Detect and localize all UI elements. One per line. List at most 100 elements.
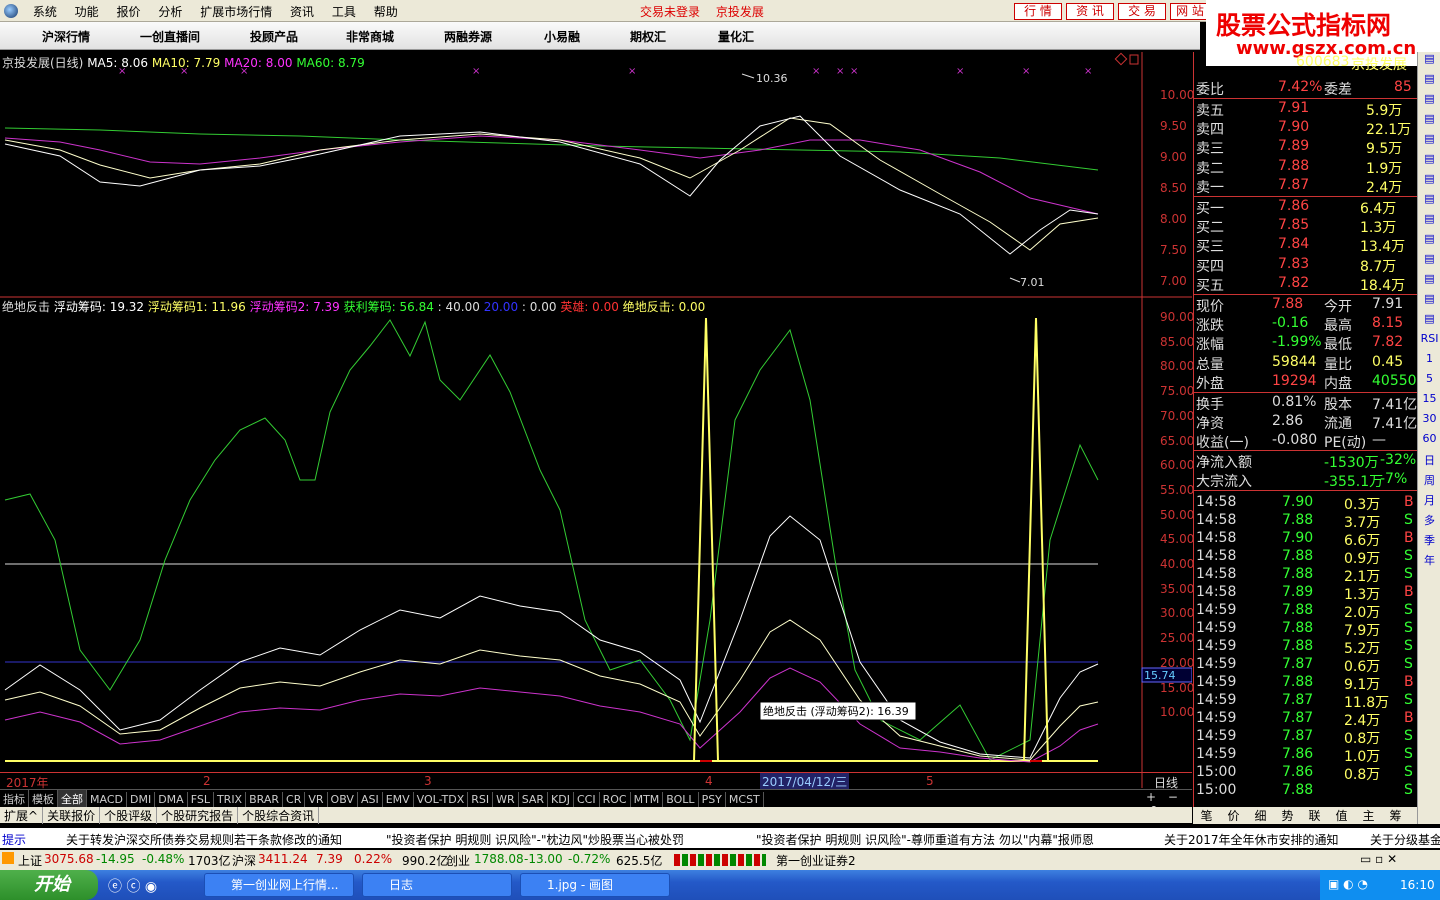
indicator-name[interactable]: 绝地反击: [2, 300, 50, 314]
nav-hs-market[interactable]: 沪深行情: [42, 28, 90, 45]
start-button[interactable]: 开始: [0, 870, 98, 900]
indicator-tab[interactable]: ASI: [358, 792, 383, 807]
extension-tab[interactable]: 个股综合资讯: [238, 807, 320, 824]
toolbar-icon[interactable]: ▤: [1418, 272, 1440, 292]
website-button[interactable]: 网 站: [1170, 3, 1210, 20]
ticker-news-5[interactable]: 关于分级基金: [1370, 831, 1440, 848]
indicator-tab[interactable]: DMA: [155, 792, 188, 807]
indicator-tab[interactable]: SAR: [519, 792, 549, 807]
menu-info[interactable]: 资讯: [283, 0, 321, 23]
period-button[interactable]: 1: [1418, 352, 1440, 372]
ticker-news-1[interactable]: 关于转发沪深交所债券交易规则若干条款修改的通知: [66, 831, 342, 848]
toolbar-icon[interactable]: ▤: [1418, 92, 1440, 112]
indicator-tab[interactable]: EMV: [383, 792, 414, 807]
menu-analysis[interactable]: 分析: [151, 0, 189, 23]
kline-chart[interactable]: × × × × × × × × × × × 10.36 7.01 15.74 绝地反击 (浮动…: [0, 52, 1192, 788]
period-button[interactable]: 30: [1418, 412, 1440, 432]
toolbar-icon[interactable]: ▤: [1418, 232, 1440, 252]
nav-products[interactable]: 投顾产品: [250, 28, 298, 45]
indicator-tab[interactable]: OBV: [328, 792, 358, 807]
indicator-tab[interactable]: CCI: [574, 792, 600, 807]
extension-tab[interactable]: 个股研究报告: [157, 807, 239, 824]
menu-function[interactable]: 功能: [68, 0, 106, 23]
period-button[interactable]: 周: [1418, 472, 1440, 492]
extension-tab[interactable]: 个股评级: [100, 807, 158, 824]
nav-store[interactable]: 非常商城: [346, 28, 394, 45]
period-button[interactable]: 日: [1418, 452, 1440, 472]
indicator-tab[interactable]: PSY: [699, 792, 726, 807]
indicator-tab[interactable]: KDJ: [548, 792, 574, 807]
extension-tab[interactable]: 扩展^: [0, 807, 44, 824]
toolbar-icon[interactable]: ▤: [1418, 212, 1440, 232]
menu-help[interactable]: 帮助: [367, 0, 405, 23]
menu-tools[interactable]: 工具: [325, 0, 363, 23]
toolbar-icon[interactable]: ▤: [1418, 52, 1440, 72]
detail-tab[interactable]: 主: [1355, 807, 1382, 824]
indicator-tab[interactable]: MACD: [87, 792, 127, 807]
task-log[interactable]: 日志: [362, 873, 512, 897]
extension-tab[interactable]: 关联报价: [43, 807, 101, 824]
nav-xiaoyirong[interactable]: 小易融: [544, 28, 580, 45]
indicator-tab[interactable]: MCST: [726, 792, 764, 807]
trade-button[interactable]: 交 易: [1118, 3, 1166, 20]
desktop-icon[interactable]: ◉: [145, 879, 157, 895]
nav-margin[interactable]: 两融券源: [444, 28, 492, 45]
detail-tab[interactable]: 笔: [1193, 807, 1220, 824]
toolbar-icon[interactable]: ▤: [1418, 72, 1440, 92]
task-trading-app[interactable]: 第一创业网上行情...: [204, 873, 354, 897]
ticker-news-2[interactable]: "投资者保护 明规则 识风险"-"枕边风"炒股票当心被处罚: [386, 831, 684, 848]
ticker-news-4[interactable]: 关于2017年全年休市安排的通知: [1164, 831, 1339, 848]
tray-icons[interactable]: ▣ ◐ ◔: [1328, 877, 1368, 891]
period-button[interactable]: 60: [1418, 432, 1440, 452]
task-paint[interactable]: 1.jpg - 画图: [520, 873, 670, 897]
menu-system[interactable]: 系统: [26, 0, 64, 23]
zoom-out-button[interactable]: −: [1168, 790, 1178, 804]
detail-tab[interactable]: 细: [1247, 807, 1274, 824]
toolbar-icon[interactable]: ▤: [1418, 192, 1440, 212]
indicator-tab[interactable]: BRAR: [246, 792, 284, 807]
toolbar-icon[interactable]: ▤: [1418, 112, 1440, 132]
period-button[interactable]: 5: [1418, 372, 1440, 392]
news-button[interactable]: 资 讯: [1066, 3, 1114, 20]
indicator-tab[interactable]: WR: [493, 792, 519, 807]
period-button[interactable]: 月: [1418, 492, 1440, 512]
ticker-news-3[interactable]: "投资者保护 明规则 识风险"-尊师重道有方法 勿以"内幕"报师恩: [756, 831, 1094, 848]
toolbar-icon[interactable]: ▤: [1418, 292, 1440, 312]
toolbar-icon[interactable]: ▤: [1418, 152, 1440, 172]
toolbar-icon[interactable]: ▤: [1418, 312, 1440, 332]
period-button[interactable]: 多: [1418, 512, 1440, 532]
nav-live[interactable]: 一创直播间: [140, 28, 200, 45]
indicator-tab[interactable]: 全部: [58, 790, 87, 808]
indicator-tab[interactable]: CR: [283, 792, 306, 807]
indicator-tab[interactable]: VOL-TDX: [414, 792, 469, 807]
trade-login-status[interactable]: 交易未登录: [640, 5, 700, 19]
period-button[interactable]: 季: [1418, 532, 1440, 552]
indicator-tab[interactable]: RSI: [468, 792, 494, 807]
nav-quant[interactable]: 量化汇: [718, 28, 754, 45]
period-button[interactable]: 15: [1418, 392, 1440, 412]
nav-options[interactable]: 期权汇: [630, 28, 666, 45]
detail-tab[interactable]: 联: [1301, 807, 1328, 824]
menu-ext-market[interactable]: 扩展市场行情: [193, 0, 279, 23]
indicator-tab[interactable]: ROC: [600, 792, 631, 807]
detail-tab[interactable]: 筹: [1382, 807, 1409, 824]
indicator-tab[interactable]: DMI: [127, 792, 156, 807]
toolbar-icon[interactable]: ▤: [1418, 252, 1440, 272]
toolbar-icon[interactable]: ▤: [1418, 172, 1440, 192]
quote-button[interactable]: 行 情: [1014, 3, 1062, 20]
detail-tab[interactable]: 值: [1328, 807, 1355, 824]
indicator-tab[interactable]: MTM: [631, 792, 664, 807]
browser-icon[interactable]: ⓒ: [126, 879, 140, 895]
zoom-in-button[interactable]: +: [1146, 790, 1156, 804]
toolbar-icon[interactable]: ▤: [1418, 132, 1440, 152]
indicator-tab[interactable]: TRIX: [214, 792, 247, 807]
period-button[interactable]: RSI: [1418, 332, 1440, 352]
indicator-tab[interactable]: 模板: [29, 790, 58, 808]
menu-quote[interactable]: 报价: [110, 0, 148, 23]
ie-icon[interactable]: ⓔ: [108, 879, 122, 895]
detail-tab[interactable]: 价: [1220, 807, 1247, 824]
detail-tab[interactable]: 势: [1274, 807, 1301, 824]
indicator-tab[interactable]: FSL: [188, 792, 214, 807]
window-controls[interactable]: ▭ ▫ ✕: [1360, 852, 1397, 866]
period-button[interactable]: 年: [1418, 552, 1440, 572]
